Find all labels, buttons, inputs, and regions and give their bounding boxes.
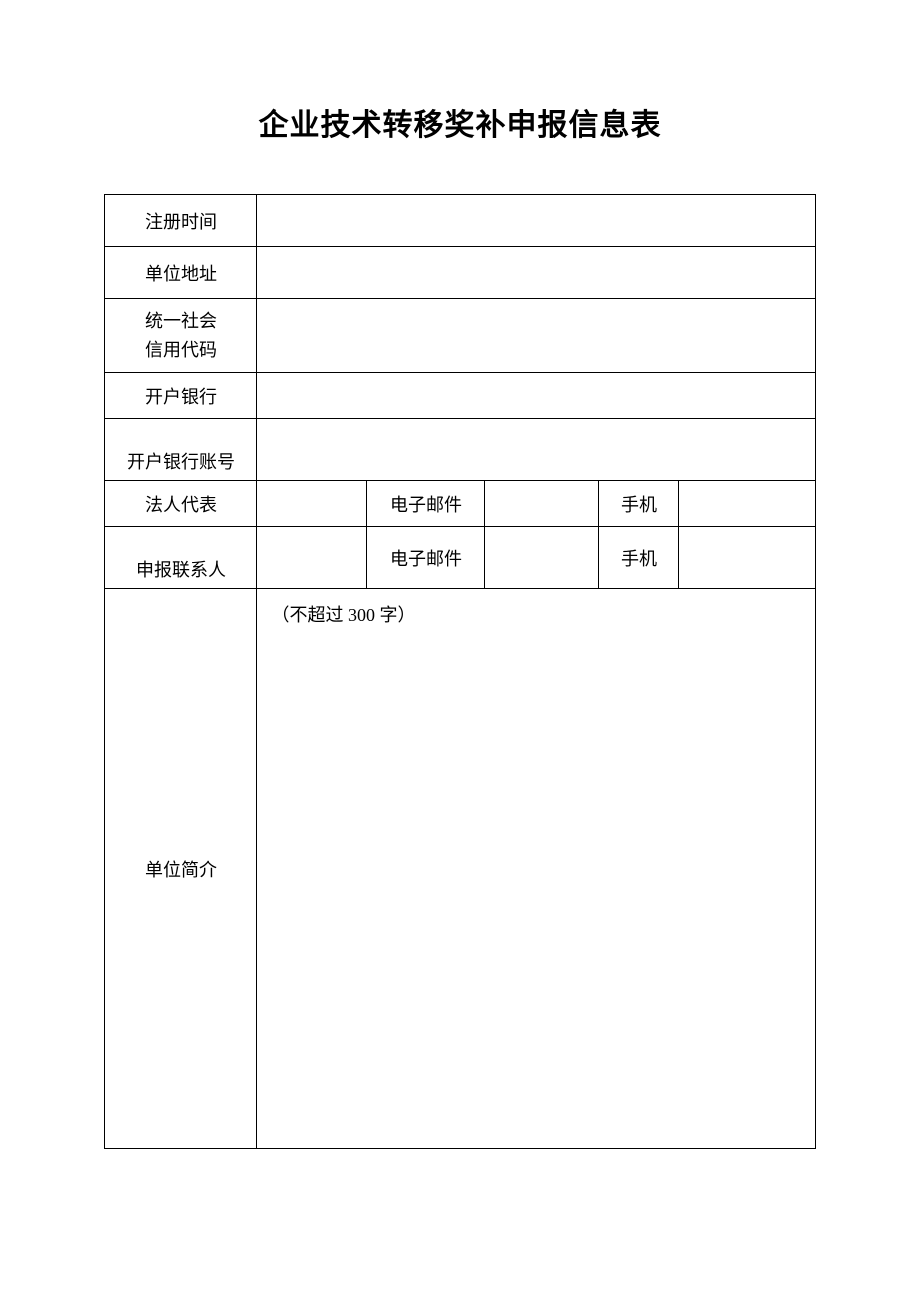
table-row: 开户银行 <box>105 373 815 419</box>
legal-rep-phone-value[interactable] <box>679 481 815 527</box>
contact-email-value[interactable] <box>485 527 599 589</box>
legal-rep-value[interactable] <box>257 481 367 527</box>
bank-acct-value[interactable] <box>257 419 815 481</box>
usc-code-label-line2: 信用代码 <box>105 336 256 365</box>
application-table: 注册时间 单位地址 统一社会 信用代码 开户银行 开户银行账号 法人代表 电子邮… <box>104 194 815 1149</box>
address-label: 单位地址 <box>105 247 257 299</box>
usc-code-value[interactable] <box>257 299 815 373</box>
reg-time-value[interactable] <box>257 195 815 247</box>
table-row: 单位地址 <box>105 247 815 299</box>
contact-value[interactable] <box>257 527 367 589</box>
table-row: 注册时间 <box>105 195 815 247</box>
document-page: 企业技术转移奖补申报信息表 注册时间 单位地址 统一社会 信用代码 开户银行 开… <box>0 0 920 1301</box>
bank-acct-label: 开户银行账号 <box>105 419 257 481</box>
reg-time-label: 注册时间 <box>105 195 257 247</box>
bank-label: 开户银行 <box>105 373 257 419</box>
contact-email-label: 电子邮件 <box>367 527 485 589</box>
contact-phone-label: 手机 <box>599 527 679 589</box>
table-row: 单位简介 （不超过 300 字） <box>105 589 815 1149</box>
intro-value[interactable]: （不超过 300 字） <box>257 589 815 1149</box>
table-row: 开户银行账号 <box>105 419 815 481</box>
intro-label: 单位简介 <box>105 589 257 1149</box>
page-title: 企业技术转移奖补申报信息表 <box>0 0 920 194</box>
usc-code-label: 统一社会 信用代码 <box>105 299 257 373</box>
legal-rep-label: 法人代表 <box>105 481 257 527</box>
bank-value[interactable] <box>257 373 815 419</box>
contact-label: 申报联系人 <box>105 527 257 589</box>
legal-rep-phone-label: 手机 <box>599 481 679 527</box>
legal-rep-email-label: 电子邮件 <box>367 481 485 527</box>
address-value[interactable] <box>257 247 815 299</box>
intro-hint: （不超过 300 字） <box>271 605 415 625</box>
usc-code-label-line1: 统一社会 <box>105 307 256 336</box>
contact-phone-value[interactable] <box>679 527 815 589</box>
table-row: 申报联系人 电子邮件 手机 <box>105 527 815 589</box>
table-row: 法人代表 电子邮件 手机 <box>105 481 815 527</box>
table-row: 统一社会 信用代码 <box>105 299 815 373</box>
legal-rep-email-value[interactable] <box>485 481 599 527</box>
